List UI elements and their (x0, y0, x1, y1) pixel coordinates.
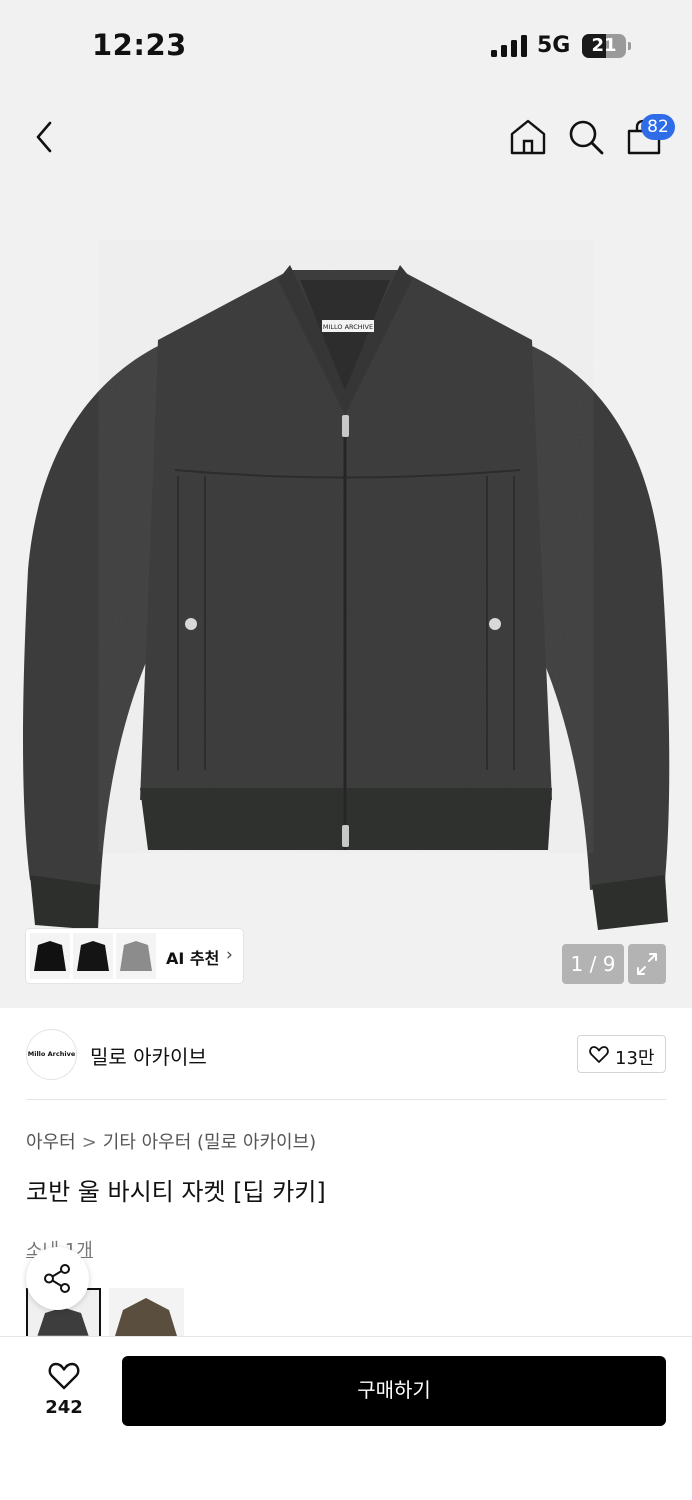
wishlist-button[interactable]: 242 (38, 1361, 90, 1425)
back-button[interactable] (22, 115, 66, 159)
product-gallery[interactable]: 12:23 5G 21 82 MILLO ARCHIVE AI 추천 › 1 /… (0, 0, 692, 1008)
brand-logo[interactable]: Millo Archive (26, 1029, 77, 1080)
battery-cap (628, 42, 631, 50)
heart-icon (589, 1046, 609, 1063)
recommend-thumb[interactable] (73, 933, 113, 979)
ai-recommend-strip[interactable]: AI 추천 › (26, 929, 243, 983)
heart-icon (48, 1362, 80, 1390)
breadcrumb-separator: > (81, 1132, 97, 1153)
recommend-thumb[interactable] (30, 933, 70, 979)
cart-count-badge: 82 (641, 114, 675, 140)
expand-icon (637, 953, 657, 975)
divider (26, 1099, 666, 1100)
home-button[interactable] (506, 115, 550, 159)
share-icon (44, 1264, 70, 1293)
brand-name[interactable]: 밀로 아카이브 (90, 1041, 207, 1070)
battery-icon: 21 (582, 34, 626, 58)
home-icon (510, 119, 546, 155)
expand-button[interactable] (628, 944, 666, 984)
wishlist-count: 242 (45, 1397, 83, 1418)
chevron-right-icon: › (226, 945, 233, 965)
breadcrumb-subcategory[interactable]: 기타 아우터 (밀로 아카이브) (103, 1132, 316, 1153)
brand-like-button[interactable]: 13만 (577, 1035, 666, 1073)
ai-recommend-label[interactable]: AI 추천 (166, 945, 219, 969)
network-type: 5G (537, 33, 571, 58)
search-icon (569, 120, 604, 155)
breadcrumb: 아우터 > 기타 아우터 (밀로 아카이브) (26, 1128, 316, 1154)
color-option[interactable] (109, 1288, 184, 1336)
jacket-label: MILLO ARCHIVE (323, 323, 373, 331)
bottom-action-bar: 242 구매하기 (0, 1336, 692, 1500)
product-image[interactable]: MILLO ARCHIVE (0, 240, 692, 940)
recommend-thumb[interactable] (116, 933, 156, 979)
breadcrumb-category[interactable]: 아우터 (26, 1132, 76, 1153)
buy-button[interactable]: 구매하기 (122, 1356, 666, 1426)
product-title: 코반 울 바시티 자켓 [딥 카키] (26, 1178, 326, 1206)
status-time: 12:23 (92, 28, 187, 62)
status-bar: 12:23 5G 21 (0, 0, 692, 94)
brand-like-count: 13만 (615, 1048, 655, 1069)
chevron-left-icon (36, 121, 52, 153)
image-counter: 1 / 9 (562, 944, 624, 984)
share-button[interactable] (26, 1247, 89, 1310)
signal-icon (491, 35, 527, 57)
battery-level: 21 (591, 35, 617, 56)
search-button[interactable] (564, 115, 608, 159)
